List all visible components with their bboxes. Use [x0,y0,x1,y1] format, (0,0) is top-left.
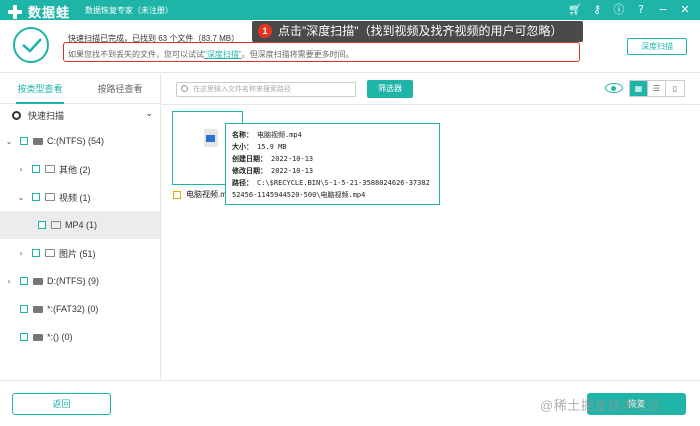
view-tabs: 按类型查看 按路径查看 [0,74,160,104]
collapsed-arrow-icon[interactable]: › [16,249,26,258]
video-icon [45,193,55,201]
sidebar: 按类型查看 按路径查看 快速扫描 ⌄ ⌄ C:(NTFS) (54) › 其他 … [0,74,161,380]
tree-item-fat32[interactable]: *:(FAT32) (0) [0,295,160,323]
detail-created-row: 创建日期： 2022-10-13 [232,155,314,163]
tree-item-other[interactable]: › 其他 (2) [0,155,160,183]
collapsed-arrow-icon[interactable]: › [16,165,26,174]
filter-button[interactable]: 筛选器 [367,80,413,98]
divider [162,104,700,105]
minimize-icon[interactable]: − [656,3,670,17]
file-content-area: 在这里输入文件名称来搜索路径 筛选器 ▦ ☰ ▯ 电脑视频.mp4 名称： 电脑视… [162,74,700,380]
checkbox[interactable] [20,333,28,341]
tree-item-label: *:(FAT32) (0) [47,304,99,314]
window-controls: 🛒︎ ⚷ ⓘ ? − ✕ [568,3,692,17]
detail-view-icon[interactable]: ▯ [666,81,684,96]
tree-item-d-drive[interactable]: › D:(NTFS) (9) [0,267,160,295]
highlight-annotation-box [63,42,580,62]
step-badge: 1 [258,24,272,38]
tab-by-path[interactable]: 按路径查看 [80,74,160,103]
annotation-tooltip: 1 点击"深度扫描"（找到视频及找齐视频的用户可忽略） [252,21,583,42]
drive-icon [33,277,43,285]
checkbox[interactable] [20,277,28,285]
tree-item-c-drive[interactable]: ⌄ C:(NTFS) (54) [0,127,160,155]
tree-item-label: MP4 (1) [65,220,98,230]
image-icon [45,249,55,257]
collapsed-arrow-icon[interactable]: › [4,277,14,286]
drive-icon [33,305,43,313]
quick-scan-header[interactable]: 快速扫描 ⌄ [0,104,160,126]
tree-item-mp4[interactable]: MP4 (1) [0,211,160,239]
grid-view-icon[interactable]: ▦ [630,81,648,96]
video-icon [51,221,61,229]
key-icon[interactable]: ⚷ [590,3,604,17]
app-subtitle: 数据恢复专家（未注册） [85,6,173,15]
checkbox[interactable] [38,221,46,229]
brand-name: 数据蛙 [28,6,71,21]
search-placeholder: 在这里输入文件名称来搜索路径 [193,86,291,93]
chevron-down-icon[interactable]: ⌄ [145,109,153,119]
view-mode-switch: ▦ ☰ ▯ [629,80,685,97]
video-file-icon [204,129,218,147]
scan-status-panel: 快速扫描已完成，已找到 63 个文件（83.7 MB） 如果您找不到丢失的文件，… [0,20,700,73]
folder-icon [45,165,55,173]
expanded-arrow-icon[interactable]: ⌄ [4,137,14,146]
quick-scan-label: 快速扫描 [28,110,65,121]
deep-scan-button[interactable]: 深度扫描 [627,38,687,55]
detail-modified-row: 修改日期： 2022-10-13 [232,167,314,175]
tooltip-text: 点击"深度扫描"（找到视频及找齐视频的用户可忽略） [278,24,563,38]
tree-item-label: 图片 (51) [59,248,96,259]
checkbox[interactable] [20,305,28,313]
drive-icon [33,137,43,145]
radio-selected-icon [12,110,21,120]
drive-icon [33,333,43,341]
tree-item-label: 其他 (2) [59,164,91,175]
tree-item-video[interactable]: ⌄ 视频 (1) [0,183,160,211]
cart-icon[interactable]: 🛒︎ [568,3,582,17]
detail-path-row: 路径： C:\$RECYCLE.BIN\S-1-5-21-3588024626-3… [232,179,430,199]
check-complete-icon [13,27,49,63]
title-bar: 数据蛙 数据恢复专家（未注册） 🛒︎ ⚷ ⓘ ? − ✕ [0,0,700,21]
footer-bar: 返回 恢复 @稀土掘金技术社区 [0,380,700,426]
tree-item-empty-drive[interactable]: *:() (0) [0,323,160,351]
expanded-arrow-icon[interactable]: ⌄ [16,193,26,202]
app-logo: 数据蛙 [7,2,70,21]
info-icon[interactable]: ⓘ [612,3,626,17]
search-icon [181,85,188,92]
eye-icon[interactable] [605,83,623,93]
detail-name-row: 名称： 电脑视频.mp4 [232,131,302,139]
help-icon[interactable]: ? [634,3,648,17]
back-button[interactable]: 返回 [12,393,111,415]
close-icon[interactable]: ✕ [678,3,692,17]
detail-size-row: 大小： 15.9 MB [232,143,287,151]
file-checkbox[interactable] [173,190,181,199]
search-input[interactable]: 在这里输入文件名称来搜索路径 [176,82,356,97]
checkbox[interactable] [32,193,40,201]
checkbox[interactable] [32,165,40,173]
tree-item-label: *:() (0) [47,332,73,342]
list-view-icon[interactable]: ☰ [648,81,666,96]
checkbox[interactable] [32,249,40,257]
watermark: @稀土掘金技术社区 [540,398,662,413]
plus-logo-icon [7,4,23,20]
checkbox[interactable] [20,137,28,145]
tree-item-label: C:(NTFS) (54) [47,136,104,146]
tree-item-label: D:(NTFS) (9) [47,276,99,286]
tab-by-type[interactable]: 按类型查看 [0,74,80,104]
tree-item-label: 视频 (1) [59,192,91,203]
file-details-popup: 名称： 电脑视频.mp4 大小： 15.9 MB 创建日期： 2022-10-13 修… [225,123,440,205]
tree-item-images[interactable]: › 图片 (51) [0,239,160,267]
